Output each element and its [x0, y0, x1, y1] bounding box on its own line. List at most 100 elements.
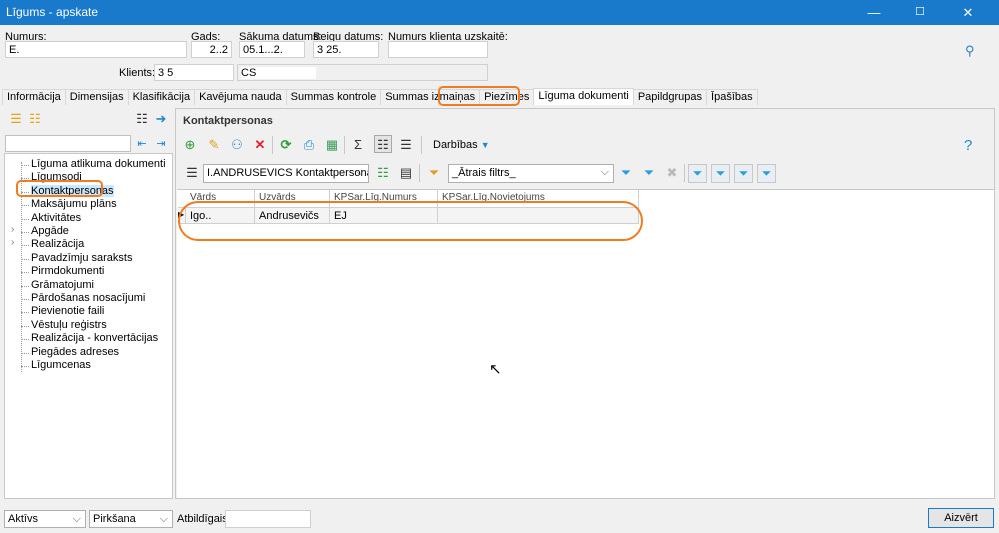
- view-select-value: I.ANDRUSEVICS Kontaktpersonas: [207, 167, 369, 179]
- quick-filter-select[interactable]: _Ātrais filtrs_ ⌵: [448, 164, 614, 183]
- add-view-icon[interactable]: ☷: [374, 164, 392, 182]
- help-icon[interactable]: ?: [964, 137, 972, 154]
- tab-2[interactable]: Klasifikācija: [127, 89, 196, 105]
- klients-name: CS: [241, 67, 317, 79]
- tab-4[interactable]: Summas kontrole: [285, 89, 382, 105]
- refresh-icon[interactable]: ⟳: [277, 136, 295, 154]
- tree-search-input[interactable]: [5, 135, 131, 152]
- tree-item[interactable]: Līgumsodi: [31, 171, 82, 183]
- tree-list-icon[interactable]: ☷: [26, 110, 44, 128]
- tree-view-icon[interactable]: ☰: [397, 136, 415, 154]
- close-button[interactable]: Aizvērt: [928, 508, 994, 528]
- tab-3[interactable]: Kavējuma nauda: [194, 89, 287, 105]
- responsible-field[interactable]: [225, 510, 311, 528]
- table-cell[interactable]: [438, 208, 639, 224]
- add-filter-icon[interactable]: ⏷: [617, 164, 635, 182]
- tree-item[interactable]: Līguma atlikuma dokumenti: [31, 158, 166, 170]
- column-header[interactable]: Vārds: [186, 190, 255, 208]
- tree-connector: [21, 258, 29, 260]
- tree-item[interactable]: Pavadzīmju saraksts: [31, 252, 132, 264]
- export-excel-icon[interactable]: ▦: [323, 136, 341, 154]
- klients-label: Klients:: [119, 67, 156, 79]
- tab-9[interactable]: Īpašības: [706, 89, 758, 105]
- tree: Līguma atlikuma dokumenti Līgumsodi Kontak…: [4, 153, 173, 499]
- tree-connector: [21, 165, 29, 166]
- filter-list-icon[interactable]: ⏷: [640, 164, 658, 182]
- filter-unknown-icon[interactable]: ⏷: [757, 164, 776, 183]
- gads-field[interactable]: 2..2: [191, 41, 232, 58]
- view-icon[interactable]: ⚇: [228, 136, 246, 154]
- tree-connector: [21, 205, 29, 207]
- klients-name-field: CS: [237, 64, 488, 81]
- numurs-field[interactable]: E.: [5, 41, 187, 58]
- chevron-down-icon: ⌵: [72, 513, 81, 525]
- tree-item[interactable]: Vēstuļu reģistrs: [31, 319, 107, 331]
- minimize-button[interactable]: —: [851, 0, 897, 25]
- table-cell[interactable]: Igo..: [186, 208, 255, 224]
- tree-item[interactable]: Realizācija: [31, 238, 84, 250]
- beigu-datums-field[interactable]: 3 25.: [313, 41, 379, 58]
- tab-8[interactable]: Papildgrupas: [632, 89, 708, 105]
- tree-item[interactable]: Realizācija - konvertācijas: [31, 332, 158, 344]
- print-icon[interactable]: ⎙: [300, 136, 318, 154]
- table-cell[interactable]: EJ: [330, 208, 438, 224]
- numurs-klienta-field[interactable]: [388, 41, 488, 58]
- tree-item[interactable]: Apgāde: [31, 225, 69, 237]
- column-header[interactable]: KPSar.Līg.Numurs: [330, 190, 438, 208]
- column-header[interactable]: Uzvārds: [255, 190, 330, 208]
- tab-6[interactable]: Piezīmes: [479, 89, 535, 105]
- view-settings-icon[interactable]: ▤: [397, 164, 415, 182]
- expand-chevron-icon[interactable]: ›: [11, 237, 14, 248]
- tree-connector: [21, 218, 29, 220]
- type-select[interactable]: Pirkšana ⌵: [89, 510, 173, 528]
- view-select[interactable]: I.ANDRUSEVICS Kontaktpersonas ⌵: [203, 164, 369, 183]
- tree-item[interactable]: Pārdošanas nosacījumi: [31, 292, 145, 304]
- tab-5[interactable]: Summas izmaiņas: [380, 89, 481, 105]
- chevron-down-icon: ⌵: [355, 166, 364, 178]
- arrow-right-icon[interactable]: ➜: [152, 110, 170, 128]
- tree-trunk: [21, 162, 22, 372]
- filter-user-icon[interactable]: ⏷: [688, 164, 707, 183]
- tree-item[interactable]: Pievienotie faili: [31, 305, 104, 317]
- sum-icon[interactable]: Σ: [349, 136, 367, 154]
- close-window-button[interactable]: ✕: [945, 0, 991, 25]
- tree-expand-icon[interactable]: ☰: [7, 110, 25, 128]
- search-next-icon[interactable]: ⇥: [152, 135, 170, 153]
- title-bar: Līgums - apskate — ☐ ✕: [0, 0, 999, 25]
- tab-1[interactable]: Dimensijas: [64, 89, 129, 105]
- klients-code-field[interactable]: 3 5: [154, 64, 234, 81]
- tree-item[interactable]: Grāmatojumi: [31, 279, 94, 291]
- search-contract-icon[interactable]: ⚲: [965, 43, 981, 59]
- data-grid: [177, 189, 994, 498]
- columns-icon[interactable]: ☷: [133, 110, 151, 128]
- section-title: Kontaktpersonas: [183, 115, 273, 127]
- delete-icon[interactable]: ✕: [251, 136, 269, 154]
- tree-item[interactable]: Piegādes adreses: [31, 346, 119, 358]
- edit-icon[interactable]: ✎: [205, 136, 223, 154]
- grid-view-icon[interactable]: ☷: [374, 135, 392, 153]
- filter-warning-icon[interactable]: ⏷: [711, 164, 730, 183]
- tree-connector: [21, 339, 29, 341]
- status-select[interactable]: Aktīvs ⌵: [4, 510, 86, 528]
- add-icon[interactable]: ⊕: [181, 136, 199, 154]
- tree-item[interactable]: Līgumcenas: [31, 359, 91, 371]
- table-cell[interactable]: Andrusevičs: [255, 208, 330, 224]
- filter-blocked-icon[interactable]: ⏷: [734, 164, 753, 183]
- sakuma-datums-field[interactable]: 05.1...2.: [239, 41, 305, 58]
- maximize-button[interactable]: ☐: [897, 0, 943, 25]
- view-list-icon[interactable]: ☰: [183, 164, 201, 182]
- expand-chevron-icon[interactable]: ›: [11, 224, 14, 235]
- tree-item[interactable]: Aktivitātes: [31, 212, 81, 224]
- actions-menu[interactable]: Darbības ▼: [433, 139, 490, 151]
- tree-item[interactable]: Maksājumu plāns: [31, 198, 117, 210]
- tree-item[interactable]: Kontaktpersonas: [31, 184, 114, 197]
- filter-edit-icon[interactable]: ⏷: [425, 164, 443, 182]
- tab-0[interactable]: Informācija: [2, 89, 66, 105]
- search-prev-icon[interactable]: ⇤: [133, 135, 151, 153]
- sidebar: ☰ ☷ ☷ ➜ ⇤ ⇥ Līguma atlikuma dokumenti Līg…: [4, 108, 173, 499]
- column-header[interactable]: KPSar.Līg.Novietojums: [438, 190, 639, 208]
- dropdown-arrow-icon: ▼: [480, 140, 490, 150]
- tree-item[interactable]: Pirmdokumenti: [31, 265, 104, 277]
- tab-7[interactable]: Līguma dokumenti: [533, 88, 634, 105]
- tree-connector: [21, 191, 29, 193]
